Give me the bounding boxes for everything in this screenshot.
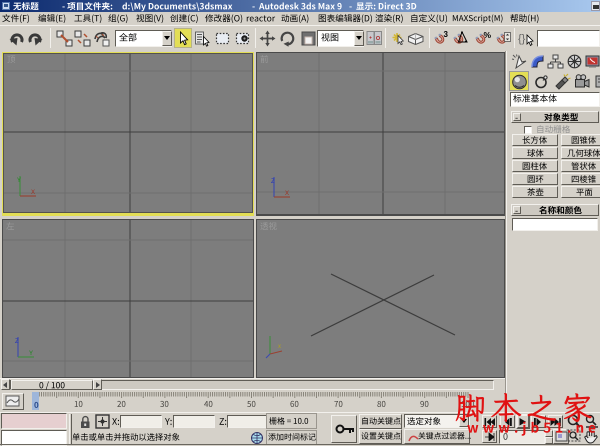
svg-text:x: x: [278, 344, 281, 350]
svg-text:Y: Y: [17, 178, 21, 184]
svg-text:%: %: [484, 30, 492, 40]
svg-text:X: X: [285, 191, 289, 197]
svg-text:{}: {}: [518, 33, 526, 45]
svg-text:X: X: [31, 190, 35, 196]
svg-text:3: 3: [444, 30, 449, 39]
svg-text:Z: Z: [15, 339, 19, 345]
svg-text:Y: Y: [29, 351, 33, 357]
svg-text:Z: Z: [271, 179, 275, 185]
